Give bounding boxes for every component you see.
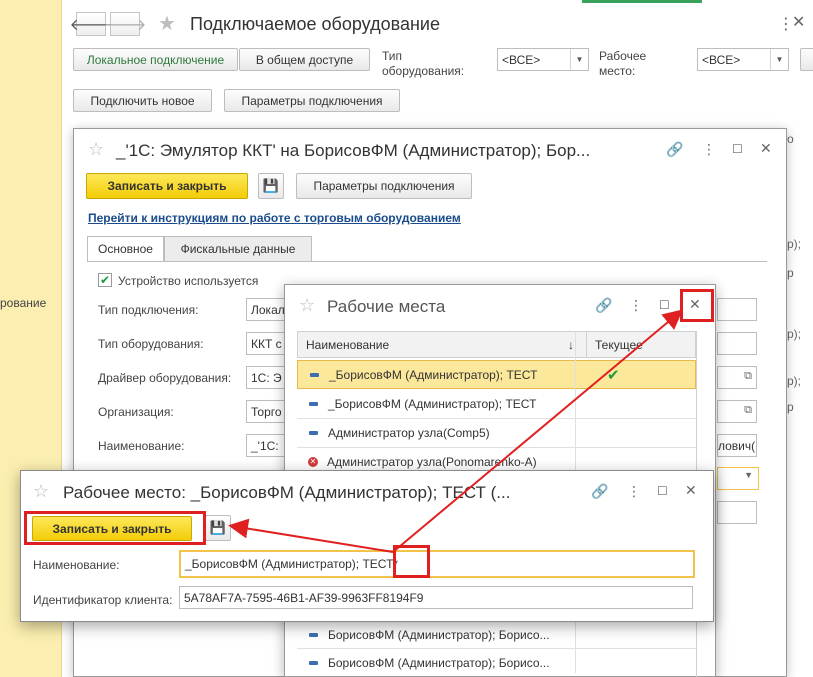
arrow-to-close [392, 309, 684, 553]
annotation-arrows [228, 309, 684, 553]
arrow-to-save [228, 518, 394, 553]
